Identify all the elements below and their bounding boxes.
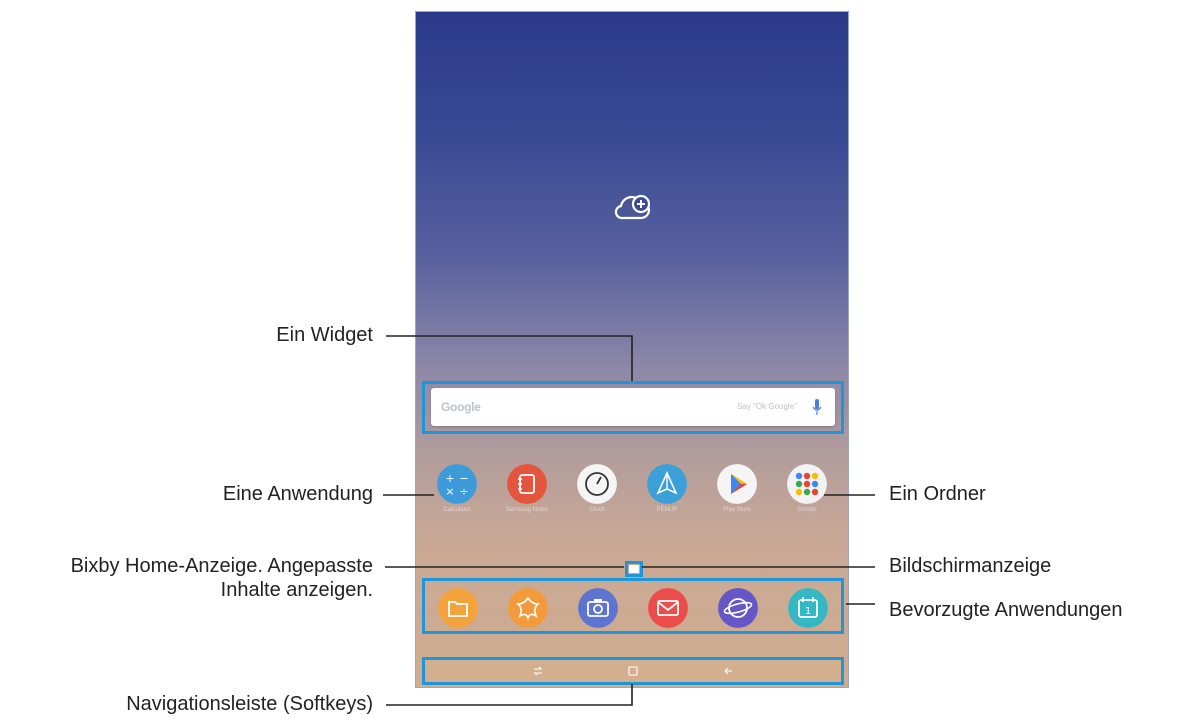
- clock-icon: [577, 464, 617, 504]
- app-label: Play Store: [723, 507, 751, 513]
- app-label: Samsung Notes: [505, 507, 549, 513]
- screen-indicator-highlight: [625, 561, 643, 577]
- svg-text:÷: ÷: [459, 485, 468, 498]
- app-folder-google[interactable]: Google: [785, 464, 829, 513]
- play-store-icon: [717, 464, 757, 504]
- navbar-highlight: [422, 657, 844, 685]
- callout-navbar: Navigationsleiste (Softkeys): [126, 693, 373, 715]
- callout-bixby: Bixby Home-Anzeige. Angepasste Inhalte a…: [71, 554, 373, 602]
- callout-folder: Ein Ordner: [889, 483, 986, 505]
- callout-app: Eine Anwendung: [222, 483, 373, 505]
- phone-home-screen: Google Say "Ok Google" + − × ÷ Calculato…: [415, 11, 849, 688]
- folder-icon: [787, 464, 827, 504]
- app-label: PENUP: [656, 507, 678, 513]
- svg-text:×: ×: [445, 485, 454, 498]
- widget-highlight: [422, 381, 844, 434]
- cloud-add-icon[interactable]: [611, 192, 655, 228]
- app-penup[interactable]: PENUP: [645, 464, 689, 513]
- app-calculator[interactable]: + − × ÷ Calculator: [435, 464, 479, 513]
- app-samsung-notes[interactable]: Samsung Notes: [505, 464, 549, 513]
- app-label: Google: [797, 507, 817, 513]
- callout-favorites: Bevorzugte Anwendungen: [889, 599, 1123, 621]
- callout-screen-indicator: Bildschirmanzeige: [889, 555, 1052, 577]
- dock-highlight: [422, 578, 844, 634]
- penup-icon: [647, 464, 687, 504]
- app-label: Calculator: [443, 507, 471, 513]
- svg-text:+: +: [445, 472, 454, 485]
- app-label: Clock: [589, 507, 605, 513]
- callout-bixby-line1: Bixby Home-Anzeige. Angepasste: [70, 555, 373, 577]
- app-play-store[interactable]: Play Store: [715, 464, 759, 513]
- calculator-icon: + − × ÷: [437, 464, 477, 504]
- app-grid-row: + − × ÷ Calculator Samsung Notes Clock P…: [416, 464, 848, 524]
- notes-icon: [507, 464, 547, 504]
- callout-bixby-line2: Inhalte anzeigen.: [220, 579, 373, 601]
- app-clock[interactable]: Clock: [575, 464, 619, 513]
- callout-widget: Ein Widget: [276, 324, 373, 346]
- svg-text:−: −: [459, 472, 468, 485]
